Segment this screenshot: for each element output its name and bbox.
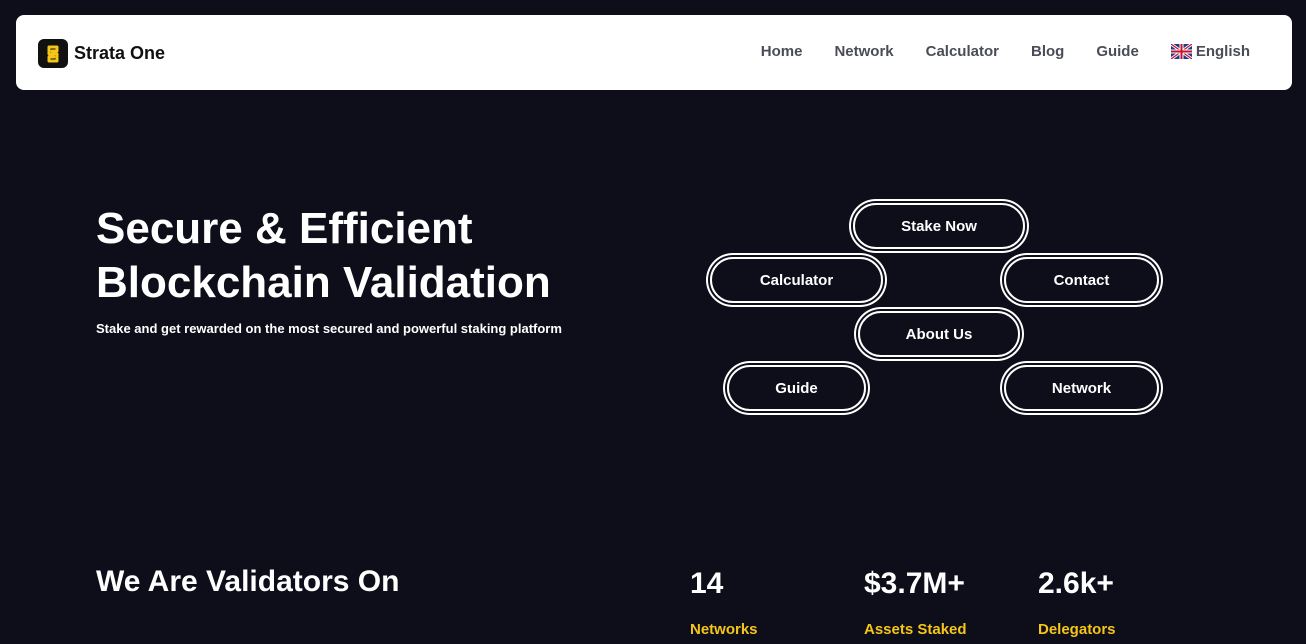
network-button[interactable]: Network	[1004, 365, 1159, 411]
language-selector[interactable]: English	[1170, 43, 1250, 60]
hero-title-line1: Secure & Efficient	[96, 204, 473, 253]
stat-label: Assets Staked	[864, 621, 967, 638]
validators-heading: We Are Validators On	[96, 565, 400, 598]
nav-blog[interactable]: Blog	[1031, 43, 1064, 60]
nav-calculator[interactable]: Calculator	[926, 43, 999, 60]
language-label: English	[1195, 43, 1250, 60]
contact-button[interactable]: Contact	[1004, 257, 1159, 303]
hero-subtitle: Stake and get rewarded on the most secur…	[96, 321, 562, 336]
strata-logo-icon	[38, 39, 68, 68]
stat-value: 2.6k+	[1038, 567, 1114, 600]
stat-label: Delegators	[1038, 621, 1116, 638]
guide-button[interactable]: Guide	[727, 365, 866, 411]
nav-network[interactable]: Network	[834, 43, 893, 60]
uk-flag-icon	[1170, 44, 1192, 59]
nav-guide[interactable]: Guide	[1096, 43, 1139, 60]
stake-now-button[interactable]: Stake Now	[853, 203, 1025, 249]
stat-delegators: 2.6k+ Delegators	[1038, 565, 1116, 638]
about-us-button[interactable]: About Us	[858, 311, 1020, 357]
hero-title: Secure & Efficient Blockchain Validation	[96, 202, 551, 310]
brand-logo[interactable]: Strata One	[38, 39, 165, 68]
brand-name: Strata One	[74, 43, 166, 63]
hero-title-line2: Blockchain Validation	[96, 258, 551, 307]
navbar: Strata One Home Network Calculator Blog …	[16, 15, 1292, 90]
calculator-button[interactable]: Calculator	[710, 257, 883, 303]
stat-value: 14	[690, 567, 724, 600]
stat-value: $3.7M+	[864, 567, 965, 600]
nav-home[interactable]: Home	[761, 43, 803, 60]
nav-links: Home Network Calculator Blog Guide Engli…	[729, 43, 1250, 60]
stat-assets-staked: $3.7M+ Assets Staked	[864, 565, 967, 638]
stat-networks: 14 Networks	[690, 565, 758, 638]
stat-label: Networks	[690, 621, 758, 638]
